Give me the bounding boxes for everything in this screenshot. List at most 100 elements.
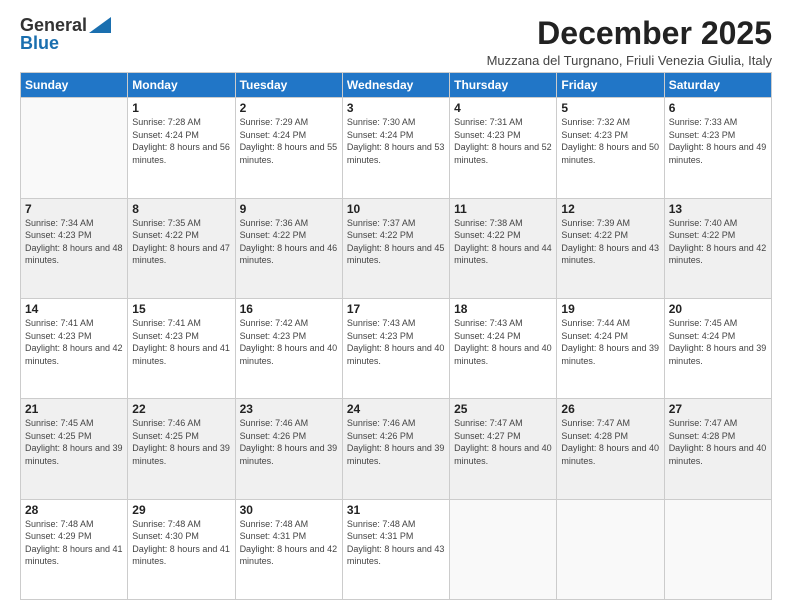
day-info: Sunrise: 7:45 AMSunset: 4:24 PMDaylight:…: [669, 318, 767, 366]
day-info: Sunrise: 7:47 AMSunset: 4:28 PMDaylight:…: [561, 418, 659, 466]
logo-icon: [89, 17, 111, 33]
table-row: 16 Sunrise: 7:42 AMSunset: 4:23 PMDayligh…: [235, 298, 342, 398]
day-number: 16: [240, 302, 338, 316]
table-row: 20 Sunrise: 7:45 AMSunset: 4:24 PMDayligh…: [664, 298, 771, 398]
table-row: 26Sunrise: 7:47 AMSunset: 4:28 PMDayligh…: [557, 399, 664, 499]
table-row: 10Sunrise: 7:37 AMSunset: 4:22 PMDayligh…: [342, 198, 449, 298]
table-row: 13 Sunrise: 7:40 AMSunset: 4:22 PMDayligh…: [664, 198, 771, 298]
header-wednesday: Wednesday: [342, 73, 449, 98]
day-number: 2: [240, 101, 338, 115]
day-number: 6: [669, 101, 767, 115]
day-info: Sunrise: 7:45 AMSunset: 4:25 PMDaylight:…: [25, 418, 123, 466]
day-number: 10: [347, 202, 445, 216]
day-number: 30: [240, 503, 338, 517]
table-row: 27 Sunrise: 7:47 AMSunset: 4:28 PMDayligh…: [664, 399, 771, 499]
day-info: Sunrise: 7:41 AMSunset: 4:23 PMDaylight:…: [132, 318, 230, 366]
header-friday: Friday: [557, 73, 664, 98]
day-info: Sunrise: 7:48 AMSunset: 4:31 PMDaylight:…: [347, 519, 445, 567]
table-row: 31 Sunrise: 7:48 AMSunset: 4:31 PMDayligh…: [342, 499, 449, 599]
table-row: 7 Sunrise: 7:34 AMSunset: 4:23 PMDaylight…: [21, 198, 128, 298]
table-row: 2Sunrise: 7:29 AMSunset: 4:24 PMDaylight…: [235, 98, 342, 198]
day-number: 12: [561, 202, 659, 216]
table-row: 30 Sunrise: 7:48 AMSunset: 4:31 PMDayligh…: [235, 499, 342, 599]
day-info: Sunrise: 7:46 AMSunset: 4:26 PMDaylight:…: [240, 418, 338, 466]
day-number: 3: [347, 101, 445, 115]
day-number: 23: [240, 402, 338, 416]
location: Muzzana del Turgnano, Friuli Venezia Giu…: [487, 53, 772, 68]
table-row: 4Sunrise: 7:31 AMSunset: 4:23 PMDaylight…: [450, 98, 557, 198]
page: General Blue December 2025 Muzzana del T…: [0, 0, 792, 612]
table-row: [557, 499, 664, 599]
table-row: 25 Sunrise: 7:47 AMSunset: 4:27 PMDayligh…: [450, 399, 557, 499]
calendar-week-row: 21 Sunrise: 7:45 AMSunset: 4:25 PMDayligh…: [21, 399, 772, 499]
day-info: Sunrise: 7:48 AMSunset: 4:31 PMDaylight:…: [240, 519, 338, 567]
day-number: 24: [347, 402, 445, 416]
day-info: Sunrise: 7:47 AMSunset: 4:27 PMDaylight:…: [454, 418, 552, 466]
day-info: Sunrise: 7:39 AMSunset: 4:22 PMDaylight:…: [561, 218, 659, 266]
table-row: 9Sunrise: 7:36 AMSunset: 4:22 PMDaylight…: [235, 198, 342, 298]
day-number: 31: [347, 503, 445, 517]
table-row: 19Sunrise: 7:44 AMSunset: 4:24 PMDayligh…: [557, 298, 664, 398]
title-block: December 2025 Muzzana del Turgnano, Friu…: [487, 16, 772, 68]
day-number: 4: [454, 101, 552, 115]
header-thursday: Thursday: [450, 73, 557, 98]
day-info: Sunrise: 7:41 AMSunset: 4:23 PMDaylight:…: [25, 318, 123, 366]
month-title: December 2025: [487, 16, 772, 51]
day-number: 28: [25, 503, 123, 517]
day-info: Sunrise: 7:30 AMSunset: 4:24 PMDaylight:…: [347, 117, 445, 165]
day-info: Sunrise: 7:33 AMSunset: 4:23 PMDaylight:…: [669, 117, 767, 165]
calendar-week-row: 7 Sunrise: 7:34 AMSunset: 4:23 PMDaylight…: [21, 198, 772, 298]
day-number: 5: [561, 101, 659, 115]
table-row: 28Sunrise: 7:48 AMSunset: 4:29 PMDayligh…: [21, 499, 128, 599]
table-row: 1 Sunrise: 7:28 AMSunset: 4:24 PMDaylight…: [128, 98, 235, 198]
table-row: 3 Sunrise: 7:30 AMSunset: 4:24 PMDaylight…: [342, 98, 449, 198]
day-info: Sunrise: 7:47 AMSunset: 4:28 PMDaylight:…: [669, 418, 767, 466]
day-info: Sunrise: 7:34 AMSunset: 4:23 PMDaylight:…: [25, 218, 123, 266]
table-row: 22Sunrise: 7:46 AMSunset: 4:25 PMDayligh…: [128, 399, 235, 499]
table-row: 24 Sunrise: 7:46 AMSunset: 4:26 PMDayligh…: [342, 399, 449, 499]
calendar-week-row: 28Sunrise: 7:48 AMSunset: 4:29 PMDayligh…: [21, 499, 772, 599]
day-number: 7: [25, 202, 123, 216]
day-number: 25: [454, 402, 552, 416]
day-number: 27: [669, 402, 767, 416]
day-info: Sunrise: 7:43 AMSunset: 4:24 PMDaylight:…: [454, 318, 552, 366]
table-row: 21 Sunrise: 7:45 AMSunset: 4:25 PMDayligh…: [21, 399, 128, 499]
day-info: Sunrise: 7:46 AMSunset: 4:26 PMDaylight:…: [347, 418, 445, 466]
calendar-table: Sunday Monday Tuesday Wednesday Thursday…: [20, 72, 772, 600]
day-info: Sunrise: 7:32 AMSunset: 4:23 PMDaylight:…: [561, 117, 659, 165]
day-number: 21: [25, 402, 123, 416]
day-number: 13: [669, 202, 767, 216]
calendar-week-row: 1 Sunrise: 7:28 AMSunset: 4:24 PMDaylight…: [21, 98, 772, 198]
table-row: 18 Sunrise: 7:43 AMSunset: 4:24 PMDayligh…: [450, 298, 557, 398]
day-info: Sunrise: 7:46 AMSunset: 4:25 PMDaylight:…: [132, 418, 230, 466]
table-row: 8Sunrise: 7:35 AMSunset: 4:22 PMDaylight…: [128, 198, 235, 298]
logo-blue: Blue: [20, 34, 59, 54]
calendar-week-row: 14Sunrise: 7:41 AMSunset: 4:23 PMDayligh…: [21, 298, 772, 398]
table-row: 17Sunrise: 7:43 AMSunset: 4:23 PMDayligh…: [342, 298, 449, 398]
header: General Blue December 2025 Muzzana del T…: [20, 16, 772, 68]
day-number: 20: [669, 302, 767, 316]
table-row: 11 Sunrise: 7:38 AMSunset: 4:22 PMDayligh…: [450, 198, 557, 298]
day-info: Sunrise: 7:28 AMSunset: 4:24 PMDaylight:…: [132, 117, 230, 165]
day-number: 9: [240, 202, 338, 216]
table-row: 14Sunrise: 7:41 AMSunset: 4:23 PMDayligh…: [21, 298, 128, 398]
day-number: 29: [132, 503, 230, 517]
day-number: 18: [454, 302, 552, 316]
logo: General Blue: [20, 16, 111, 54]
table-row: [450, 499, 557, 599]
day-info: Sunrise: 7:43 AMSunset: 4:23 PMDaylight:…: [347, 318, 445, 366]
day-info: Sunrise: 7:40 AMSunset: 4:22 PMDaylight:…: [669, 218, 767, 266]
table-row: [21, 98, 128, 198]
day-number: 15: [132, 302, 230, 316]
table-row: 15 Sunrise: 7:41 AMSunset: 4:23 PMDayligh…: [128, 298, 235, 398]
day-info: Sunrise: 7:35 AMSunset: 4:22 PMDaylight:…: [132, 218, 230, 266]
day-number: 11: [454, 202, 552, 216]
day-info: Sunrise: 7:38 AMSunset: 4:22 PMDaylight:…: [454, 218, 552, 266]
header-tuesday: Tuesday: [235, 73, 342, 98]
table-row: 6 Sunrise: 7:33 AMSunset: 4:23 PMDaylight…: [664, 98, 771, 198]
calendar-header-row: Sunday Monday Tuesday Wednesday Thursday…: [21, 73, 772, 98]
header-sunday: Sunday: [21, 73, 128, 98]
day-info: Sunrise: 7:42 AMSunset: 4:23 PMDaylight:…: [240, 318, 338, 366]
day-number: 1: [132, 101, 230, 115]
table-row: 12 Sunrise: 7:39 AMSunset: 4:22 PMDayligh…: [557, 198, 664, 298]
